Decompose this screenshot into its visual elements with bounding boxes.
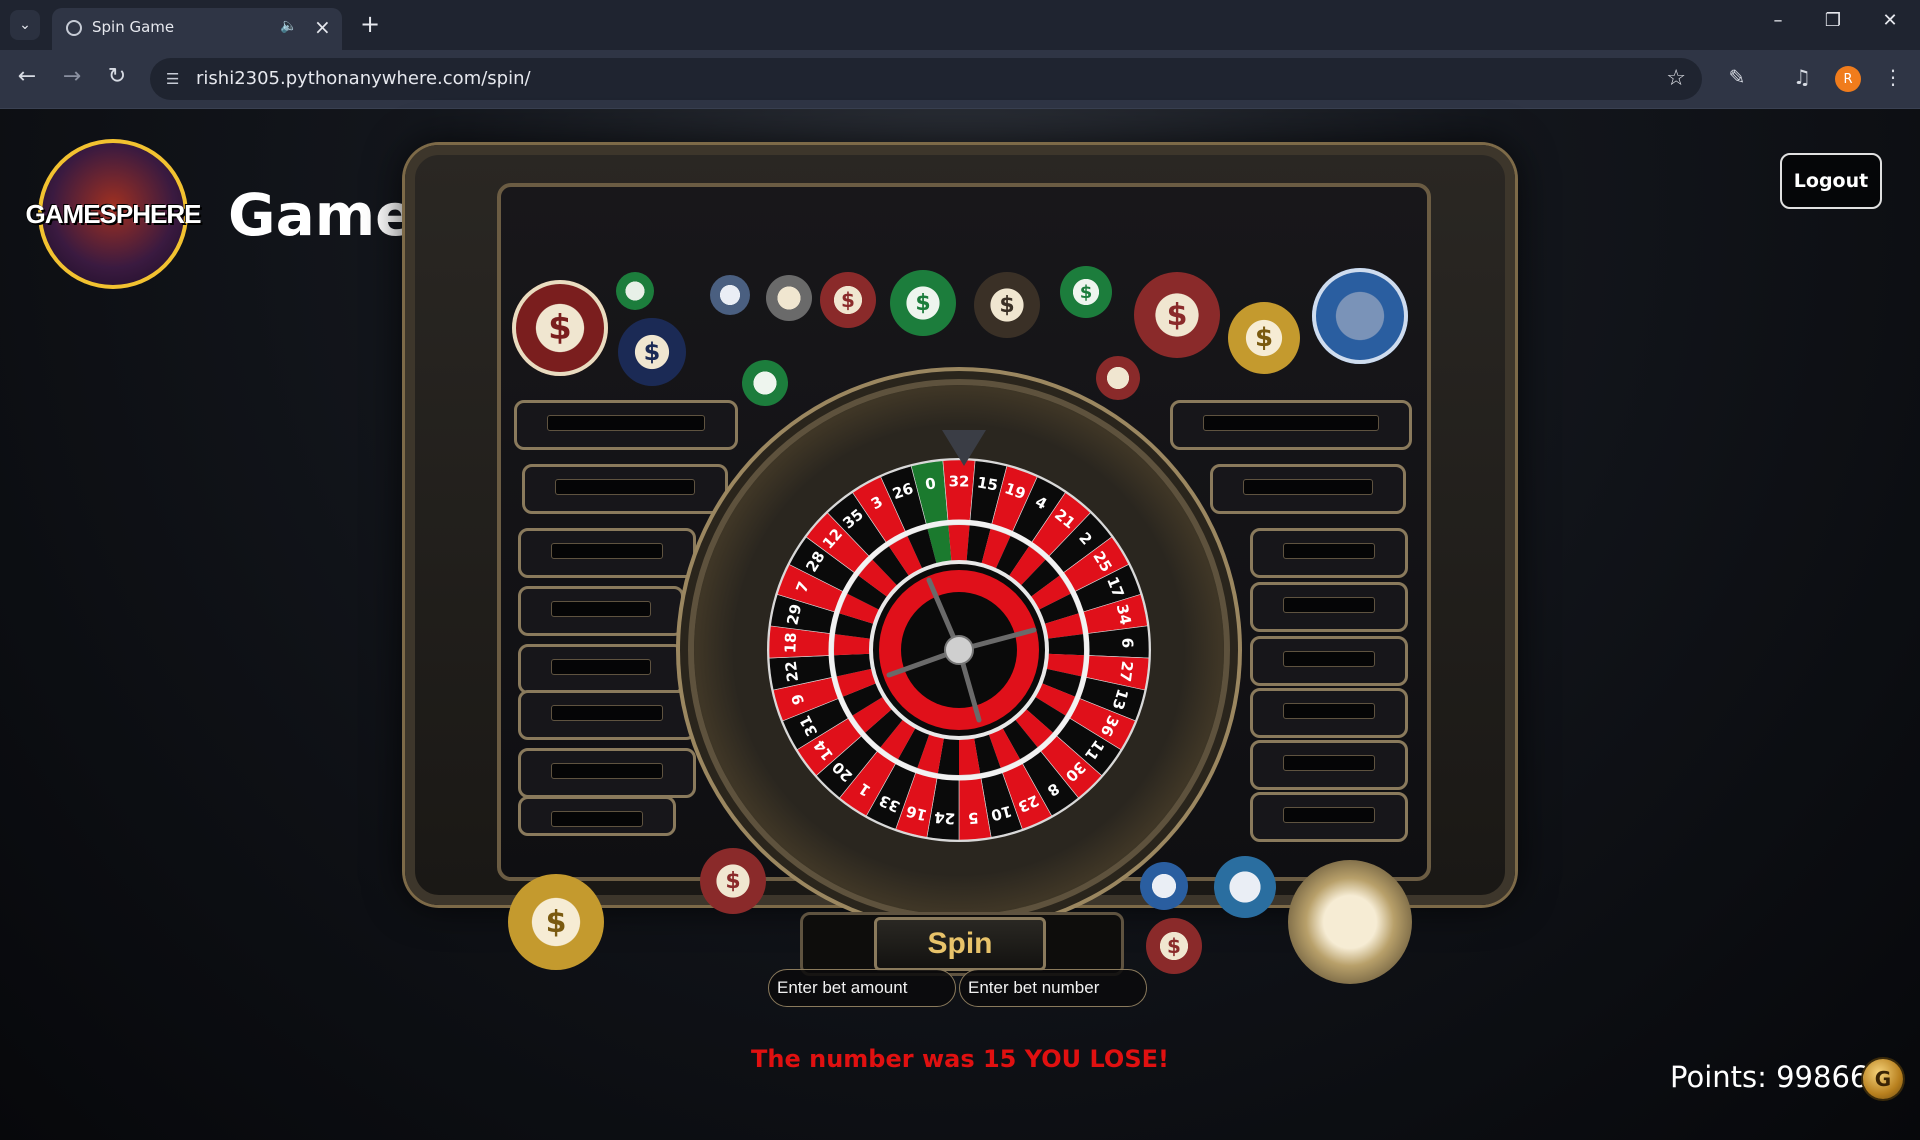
poker-chip-icon: $	[974, 272, 1040, 338]
poker-chip-icon: $	[1060, 266, 1112, 318]
wheel-number: 15	[976, 473, 1000, 494]
poker-chip-icon: $	[1134, 272, 1220, 358]
decorative-slot	[518, 748, 696, 798]
site-info-icon[interactable]: ☰	[166, 70, 184, 88]
wheel-pocket	[942, 459, 976, 523]
decorative-slot	[1210, 464, 1406, 514]
bookmark-star-icon[interactable]: ☆	[1666, 66, 1686, 91]
decorative-slot	[514, 400, 738, 450]
wheel-spindle	[944, 635, 974, 665]
decorative-slot	[518, 528, 696, 578]
back-icon[interactable]: ←	[12, 64, 42, 89]
tab-search-chevron-icon[interactable]: ⌄	[10, 10, 40, 40]
address-bar[interactable]: ☰ rishi2305.pythonanywhere.com/spin/ ☆	[150, 58, 1702, 100]
spin-button[interactable]: Spin	[874, 917, 1046, 971]
poker-chip-icon: $	[700, 848, 766, 914]
coin-icon: G	[1863, 1059, 1903, 1099]
restore-icon[interactable]: ❐	[1813, 10, 1853, 31]
result-message: The number was 15 YOU LOSE!	[751, 1045, 1169, 1073]
decorative-slot	[518, 644, 684, 694]
decorative-slot	[1250, 528, 1408, 578]
extensions-icon[interactable]: ✎	[1722, 65, 1752, 89]
poker-chip-icon: $	[890, 270, 956, 336]
forward-icon[interactable]: →	[57, 64, 87, 89]
poker-chip-icon	[1096, 356, 1140, 400]
decorative-slot	[522, 464, 728, 514]
wheel-number: 24	[934, 808, 956, 828]
wheel-number: 6	[1118, 637, 1136, 648]
reload-icon[interactable]: ↻	[102, 64, 132, 89]
browser-tab-strip: ⌄ Spin Game 🔈 × + – ❐ ✕	[0, 0, 1920, 50]
wheel-number: 5	[967, 808, 979, 827]
poker-chip-icon	[710, 275, 750, 315]
decorative-slot	[1250, 582, 1408, 632]
decorative-slot	[518, 690, 696, 740]
wheel-inner-segment	[948, 525, 970, 563]
wheel-number: 22	[782, 660, 803, 683]
decorative-slot	[1250, 740, 1408, 790]
globe-icon	[66, 20, 82, 36]
wheel-number: 18	[781, 632, 800, 654]
decorative-slot	[518, 796, 676, 836]
gamesphere-logo: GAMESPHERE	[26, 139, 201, 289]
wheel-number: 27	[1116, 660, 1137, 683]
poker-chip-icon: $	[512, 280, 608, 376]
decorative-slot	[1250, 792, 1408, 842]
speaker-icon[interactable]: 🔈	[280, 18, 297, 34]
browser-tab[interactable]: Spin Game 🔈 ×	[52, 8, 342, 50]
poker-chip-icon: $	[1228, 302, 1300, 374]
poker-chip-icon	[1140, 862, 1188, 910]
poker-chip-icon: $	[618, 318, 686, 386]
minimize-icon[interactable]: –	[1758, 10, 1798, 31]
decorative-slot	[1170, 400, 1412, 450]
profile-avatar[interactable]: R	[1835, 66, 1861, 92]
poker-chip-icon	[616, 272, 654, 310]
new-tab-button[interactable]: +	[355, 10, 385, 38]
decorative-slot	[518, 586, 684, 636]
poker-chip-icon: $	[820, 272, 876, 328]
decorative-slot	[1250, 636, 1408, 686]
browser-toolbar: ← → ↻ ☰ rishi2305.pythonanywhere.com/spi…	[0, 50, 1920, 109]
poker-chip-icon	[742, 360, 788, 406]
bet-number-input[interactable]	[959, 969, 1147, 1007]
logout-button[interactable]: Logout	[1780, 153, 1882, 209]
poker-chip-icon	[1312, 268, 1408, 364]
poker-chip-icon	[766, 275, 812, 321]
poker-chip-icon: $	[508, 874, 604, 970]
points-counter: Points: 99866	[1670, 1060, 1869, 1094]
poker-chip-icon	[1214, 856, 1276, 918]
menu-dots-icon[interactable]: ⋮	[1878, 65, 1908, 89]
media-controls-icon[interactable]: ♫	[1787, 65, 1817, 89]
close-tab-icon[interactable]: ×	[314, 15, 331, 39]
close-window-icon[interactable]: ✕	[1870, 10, 1910, 31]
chip-stack-icon	[1288, 860, 1412, 984]
url-text[interactable]: rishi2305.pythonanywhere.com/spin/	[196, 68, 531, 89]
tab-title: Spin Game	[92, 18, 175, 36]
wheel-pointer-icon	[942, 430, 986, 466]
roulette-wheel: 0 32 15 19 421225173462713361130823105241633…	[767, 458, 1151, 842]
poker-chip-icon: $	[1146, 918, 1202, 974]
bet-amount-input[interactable]	[768, 969, 956, 1007]
logo-text: GAMESPHERE	[25, 198, 202, 229]
wheel-number: 32	[949, 473, 970, 491]
decorative-slot	[1250, 688, 1408, 738]
